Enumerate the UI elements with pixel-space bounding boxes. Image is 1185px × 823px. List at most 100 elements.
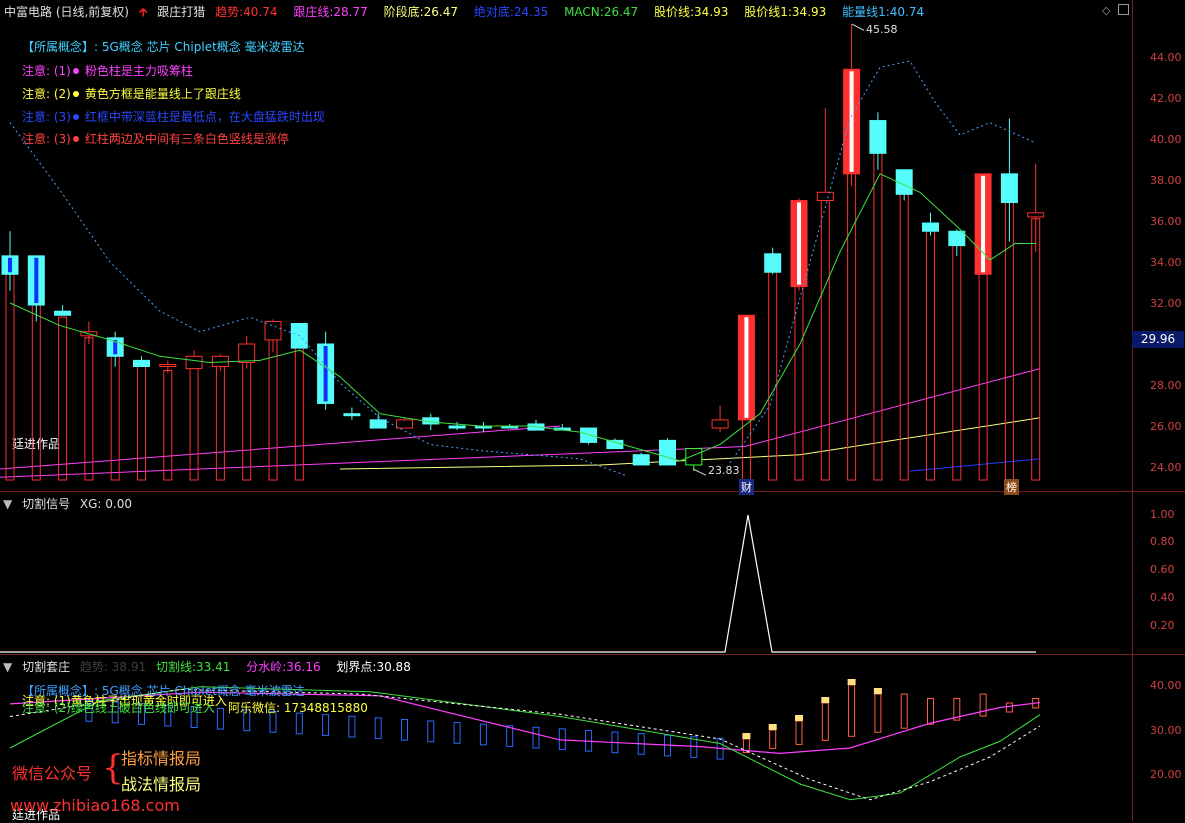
p3-yellow-cap: [742, 733, 751, 739]
candle-body: [448, 425, 466, 429]
volume-column: [163, 370, 173, 481]
candle-body: [396, 419, 413, 429]
wm-url: www.zhibiao168.com: [10, 796, 180, 815]
candle-body: [185, 355, 203, 370]
p3-yellow-cap: [847, 679, 856, 685]
y-tick: 24.00: [1150, 461, 1182, 474]
p2-tick: 0.80: [1150, 535, 1175, 548]
y-tick: 44.00: [1150, 51, 1182, 64]
p3-bar: [295, 712, 303, 735]
candle-body: [948, 230, 966, 247]
volume-column: [899, 175, 909, 481]
p3-bar: [453, 722, 461, 744]
y-tick: 34.00: [1150, 256, 1182, 269]
candle-core: [323, 346, 328, 402]
xg-value: XG: 0.00: [79, 497, 133, 511]
candle-body: [264, 320, 282, 341]
p3-bar: [216, 707, 224, 730]
limit-up-stripe: [744, 317, 749, 418]
p3-bar: [979, 693, 987, 717]
low-pointer: [692, 468, 707, 476]
p3-yellow-cap: [873, 688, 882, 694]
cut-value: 33.41: [196, 660, 231, 674]
p3-bar: [558, 728, 566, 751]
p3-tick: 20.00: [1150, 768, 1182, 781]
water-value: 36.16: [286, 660, 321, 674]
candle-body: [54, 310, 72, 316]
high-pointer: [851, 23, 865, 31]
p3-bar: [479, 723, 487, 746]
volume-column: [137, 365, 146, 481]
candle-body: [159, 364, 177, 367]
limit-up-stripe: [981, 175, 986, 273]
volume-column: [926, 228, 935, 481]
y-tick: 26.00: [1150, 420, 1182, 433]
p3-bar: [1005, 702, 1013, 713]
panel2-title[interactable]: 切割信号: [22, 497, 70, 511]
candle-body: [369, 419, 387, 429]
volume-column: [952, 236, 962, 481]
y-tick: 42.00: [1150, 92, 1182, 105]
candle-body: [711, 419, 729, 429]
p2-tick: 0.60: [1150, 563, 1175, 576]
badge-bang[interactable]: 榜: [1004, 479, 1019, 495]
volume-column: [820, 197, 830, 481]
high-label: 45.58: [866, 23, 898, 36]
bound-value: 30.88: [376, 660, 411, 674]
collapse-icon[interactable]: ▼: [3, 497, 12, 511]
y-tick: 40.00: [1150, 133, 1182, 146]
candle-core: [34, 257, 39, 304]
candle-core: [8, 257, 12, 273]
volume-column: [768, 259, 778, 481]
volume-column: [84, 337, 94, 481]
p3-bar: [348, 715, 356, 738]
cut-label: 切割线:: [155, 660, 196, 674]
collapse-icon[interactable]: ▼: [3, 660, 12, 674]
p3-yellow-cap: [768, 724, 777, 730]
p3-bar: [900, 693, 908, 729]
candle-body: [343, 413, 361, 417]
p3-tick: 30.00: [1150, 724, 1182, 737]
y-tick: 28.00: [1150, 379, 1182, 392]
candle-body: [922, 222, 939, 232]
panel3-title[interactable]: 切割套庄: [22, 660, 70, 674]
candle-body: [580, 427, 598, 443]
panel3-faded: 趋势: 38.91: [79, 660, 147, 674]
candle-body: [685, 448, 703, 466]
candle-body: [632, 454, 650, 466]
candle-body: [869, 120, 887, 154]
p3-bar: [848, 684, 856, 737]
candle-body: [816, 191, 834, 202]
p3-bar: [927, 698, 934, 725]
bound-label: 划界点:: [336, 660, 377, 674]
p3-tick: 40.00: [1150, 679, 1182, 692]
abs-line: [909, 458, 1041, 472]
p3-bar: [874, 693, 882, 733]
p3-overlay-2: 注意: (2)绿色线上破白色线即可进入: [22, 701, 215, 715]
p2-tick: 0.20: [1150, 619, 1175, 632]
y-tick: 32.00: [1150, 297, 1182, 310]
p3-yellow-cap: [821, 697, 830, 703]
wm-line1: 指标情报局: [121, 749, 202, 768]
panel2-header: ▼ 切割信号 XG: 0.00: [0, 495, 138, 512]
candle-body: [133, 359, 150, 368]
p3-bar: [427, 720, 435, 743]
wm-line2: 战法情报局: [121, 775, 202, 794]
badge-cai[interactable]: 财: [739, 479, 754, 495]
p3-bar: [322, 714, 330, 736]
volume-column: [58, 316, 68, 481]
y-tick: 38.00: [1150, 174, 1182, 187]
volume-column: [242, 349, 252, 481]
candle-body: [1000, 173, 1018, 204]
candle-body: [606, 439, 624, 450]
volume-column: [1031, 218, 1041, 481]
candle-body: [764, 253, 782, 273]
p2-tick: 1.00: [1150, 508, 1175, 521]
current-price-tag: 29.96: [1132, 331, 1184, 348]
wechat-contact: 阿乐微信: 17348815880: [228, 701, 368, 715]
volume-column: [189, 361, 199, 481]
wm-left: 微信公众号: [12, 764, 93, 783]
follow-line-early: [0, 425, 561, 470]
candle-body: [659, 439, 676, 466]
p3-bar: [374, 717, 382, 740]
